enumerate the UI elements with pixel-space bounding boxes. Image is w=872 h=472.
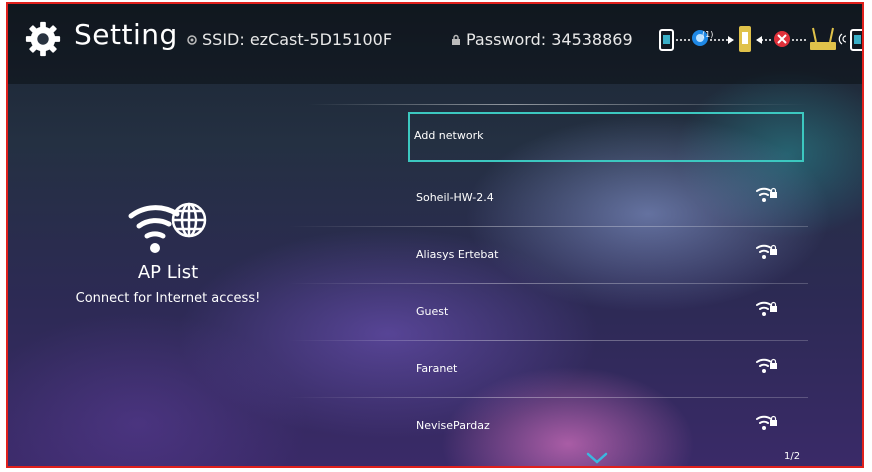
network-item[interactable]: Faranet [288,341,808,398]
password-label: Password: 34538869 [450,30,633,49]
router-icon [810,27,836,50]
network-label: Add network [414,129,484,142]
ap-list-title: AP List [137,262,199,283]
status-count: (1) [702,30,714,39]
divider [308,104,808,105]
page-indicator: 1/2 [784,451,801,462]
password-text: Password: 34538869 [466,30,633,49]
network-list: Add network Soheil-HW-2.4 Aliasys Erteba… [288,112,808,455]
ssid-label: SSID: ezCast-5D15100F [186,30,392,49]
network-item[interactable]: NevisePardaz [408,398,804,455]
wifi-lock-icon [756,301,777,316]
network-label: Faranet [416,362,458,375]
chevron-down-icon[interactable] [586,452,608,464]
wifi-lock-icon [756,358,777,373]
network-item[interactable]: Soheil-HW-2.4 [288,170,808,227]
wifi-globe-icon [128,202,207,253]
wifi-lock-icon [756,187,777,202]
wifi-lock-icon [756,415,777,430]
page-title: Setting [74,18,178,51]
network-label: Aliasys Ertebat [416,248,499,261]
add-network-item[interactable]: Add network [408,112,804,162]
error-icon [774,31,790,47]
ap-list-panel: AP List Connect for Internet access! [38,194,298,306]
ap-list-subtitle: Connect for Internet access! [75,291,261,306]
network-item[interactable]: Aliasys Ertebat [288,227,808,284]
dongle-icon [739,26,751,52]
gear-icon[interactable] [24,20,62,58]
wifi-signal-icon [838,33,847,45]
ssid-icon [187,35,197,45]
network-label: NevisePardaz [416,419,490,432]
wifi-lock-icon [756,244,777,259]
phone-icon [659,29,674,51]
ssid-text: SSID: ezCast-5D15100F [202,30,393,49]
screen: Setting SSID: ezCast-5D15100F Password: … [6,2,864,468]
network-label: Guest [416,305,449,318]
network-label: Soheil-HW-2.4 [416,191,494,204]
connection-status-diagram [659,26,862,52]
top-bar: Setting SSID: ezCast-5D15100F Password: … [8,4,862,84]
network-item[interactable]: Guest [288,284,808,341]
lock-icon [452,34,460,45]
